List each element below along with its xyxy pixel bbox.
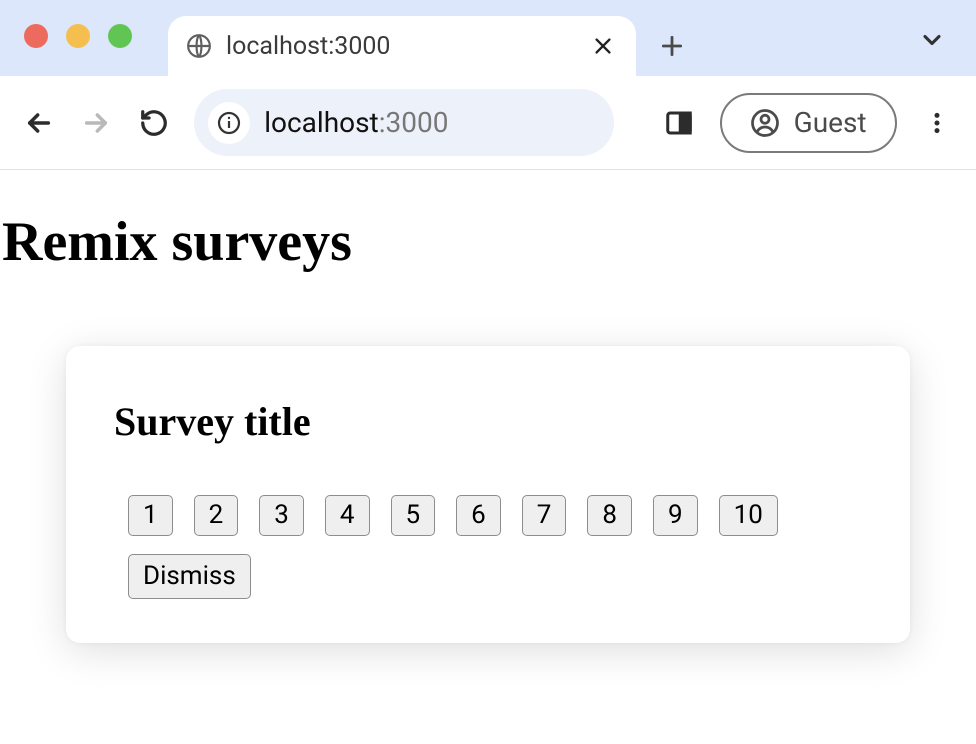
rating-button-3[interactable]: 3 (259, 495, 304, 536)
window-minimize-button[interactable] (66, 24, 90, 48)
kebab-menu-icon[interactable] (921, 105, 954, 141)
new-tab-button[interactable] (642, 16, 702, 76)
window-close-button[interactable] (24, 24, 48, 48)
user-icon (750, 108, 780, 138)
browser-toolbar: localhost:3000 Guest (0, 76, 976, 170)
rating-button-4[interactable]: 4 (325, 495, 370, 536)
site-info-icon[interactable] (208, 102, 250, 144)
address-bar[interactable]: localhost:3000 (194, 89, 614, 156)
rating-button-6[interactable]: 6 (456, 495, 501, 536)
page-title: Remix surveys (0, 210, 976, 274)
window-maximize-button[interactable] (108, 24, 132, 48)
url-port: :3000 (379, 106, 449, 139)
side-panel-icon[interactable] (662, 105, 695, 141)
chevron-down-icon[interactable] (918, 26, 946, 54)
back-button[interactable] (22, 105, 55, 141)
rating-button-8[interactable]: 8 (587, 495, 632, 536)
rating-button-2[interactable]: 2 (194, 495, 239, 536)
page-content: Remix surveys Survey title 1 2 3 4 5 6 7… (0, 210, 976, 643)
rating-row: 1 2 3 4 5 6 7 8 9 10 (128, 495, 862, 536)
profile-label: Guest (794, 106, 867, 139)
reload-button[interactable] (137, 105, 170, 141)
dismiss-button[interactable]: Dismiss (128, 554, 251, 599)
rating-button-7[interactable]: 7 (522, 495, 567, 536)
tab-title: localhost:3000 (226, 32, 574, 61)
rating-button-10[interactable]: 10 (719, 495, 778, 536)
browser-tab-active[interactable]: localhost:3000 (168, 16, 636, 76)
url-host: localhost (264, 106, 378, 139)
close-icon[interactable] (588, 31, 618, 61)
browser-tab-strip: localhost:3000 (0, 0, 976, 76)
survey-title: Survey title (114, 398, 862, 445)
survey-card: Survey title 1 2 3 4 5 6 7 8 9 10 Dismis… (66, 346, 910, 643)
globe-icon (186, 33, 212, 59)
rating-button-9[interactable]: 9 (653, 495, 698, 536)
forward-button[interactable] (79, 105, 112, 141)
rating-button-1[interactable]: 1 (128, 495, 173, 536)
url-text: localhost:3000 (264, 106, 448, 139)
profile-button[interactable]: Guest (720, 93, 897, 153)
rating-button-5[interactable]: 5 (391, 495, 436, 536)
